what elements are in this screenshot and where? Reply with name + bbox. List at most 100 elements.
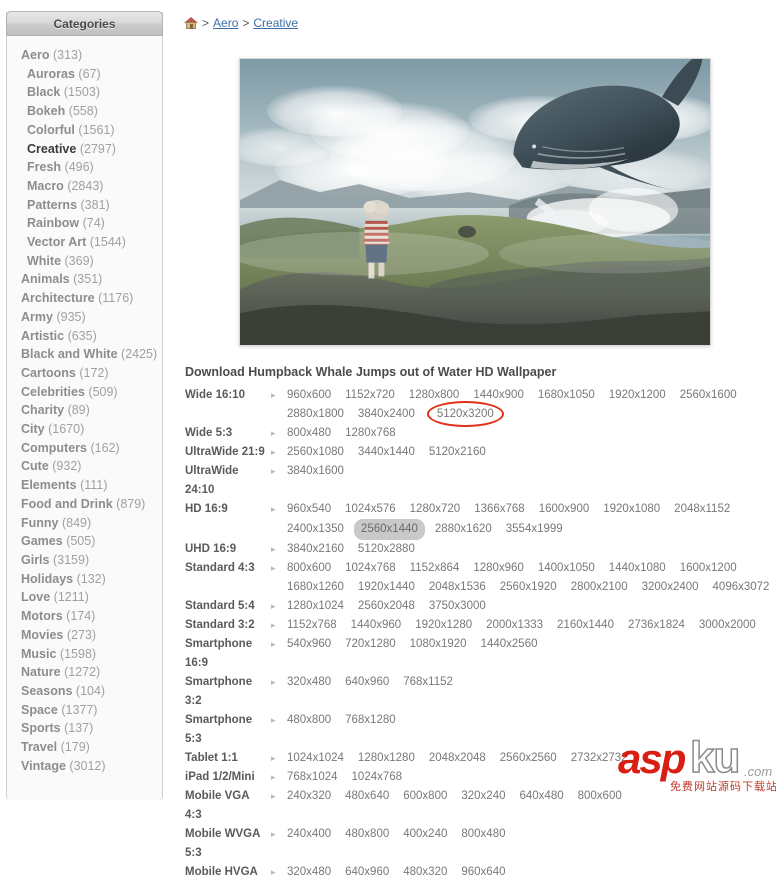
resolution-link[interactable]: 2048x2048	[429, 749, 486, 768]
resolution-link[interactable]: 2400x1350	[287, 520, 344, 539]
sidebar-item-bokeh[interactable]: Bokeh (558)	[7, 102, 162, 121]
resolution-link[interactable]: 2048x1536	[429, 578, 486, 597]
resolution-link[interactable]: 2560x2560	[500, 749, 557, 768]
sidebar-item-auroras[interactable]: Auroras (67)	[7, 65, 162, 84]
resolution-link[interactable]: 960x640	[461, 863, 505, 882]
resolution-link[interactable]: 480x800	[345, 825, 389, 844]
sidebar-item-movies[interactable]: Movies (273)	[7, 626, 162, 645]
sidebar-item-seasons[interactable]: Seasons (104)	[7, 682, 162, 701]
sidebar-item-cute[interactable]: Cute (932)	[7, 457, 162, 476]
resolution-link[interactable]: 2000x1333	[486, 616, 543, 635]
resolution-link[interactable]: 768x1024	[287, 768, 338, 787]
resolution-link[interactable]: 2800x2100	[571, 578, 628, 597]
resolution-link[interactable]: 3440x1440	[358, 443, 415, 462]
resolution-link[interactable]: 1920x1280	[415, 616, 472, 635]
resolution-link[interactable]: 1024x1024	[287, 749, 344, 768]
sidebar-item-creative[interactable]: Creative (2797)	[7, 140, 162, 159]
resolution-link[interactable]: 3840x2400	[358, 405, 415, 424]
resolution-link[interactable]: 1280x720	[410, 500, 461, 519]
resolution-link[interactable]: 2880x1800	[287, 405, 344, 424]
sidebar-item-elements[interactable]: Elements (111)	[7, 476, 162, 495]
resolution-link[interactable]: 600x800	[403, 787, 447, 806]
sidebar-item-colorful[interactable]: Colorful (1561)	[7, 121, 162, 140]
sidebar-item-artistic[interactable]: Artistic (635)	[7, 327, 162, 346]
resolution-link[interactable]: 480x320	[403, 863, 447, 882]
resolution-link[interactable]: 480x640	[345, 787, 389, 806]
resolution-link[interactable]: 1024x768	[352, 768, 403, 787]
breadcrumb-link-aero[interactable]: Aero	[213, 16, 238, 30]
sidebar-item-sports[interactable]: Sports (137)	[7, 719, 162, 738]
resolution-link[interactable]: 1680x1050	[538, 386, 595, 405]
resolution-link[interactable]: 640x960	[345, 673, 389, 692]
resolution-link[interactable]: 320x480	[287, 863, 331, 882]
resolution-link[interactable]: 2732x2732	[571, 749, 628, 768]
sidebar-item-games[interactable]: Games (505)	[7, 532, 162, 551]
sidebar-item-computers[interactable]: Computers (162)	[7, 439, 162, 458]
resolution-link[interactable]: 1680x1260	[287, 578, 344, 597]
resolution-link[interactable]: 960x540	[287, 500, 331, 519]
resolution-link[interactable]: 1152x768	[287, 616, 337, 635]
resolution-link[interactable]: 1920x1080	[603, 500, 660, 519]
resolution-link[interactable]: 800x480	[461, 825, 505, 844]
resolution-link[interactable]: 1280x768	[345, 424, 396, 443]
sidebar-item-celebrities[interactable]: Celebrities (509)	[7, 383, 162, 402]
resolution-link[interactable]: 1600x900	[539, 500, 590, 519]
resolution-link[interactable]: 768x1280	[345, 711, 396, 730]
resolution-link[interactable]: 1920x1440	[358, 578, 415, 597]
resolution-link[interactable]: 800x600	[578, 787, 622, 806]
resolution-link[interactable]: 2880x1620	[435, 520, 492, 539]
sidebar-item-girls[interactable]: Girls (3159)	[7, 551, 162, 570]
resolution-link[interactable]: 800x600	[287, 559, 331, 578]
resolution-link[interactable]: 5120x2880	[358, 540, 415, 559]
sidebar-item-animals[interactable]: Animals (351)	[7, 270, 162, 289]
resolution-link[interactable]: 240x320	[287, 787, 331, 806]
resolution-link[interactable]: 2160x1440	[557, 616, 614, 635]
sidebar-item-food-and-drink[interactable]: Food and Drink (879)	[7, 495, 162, 514]
resolution-link[interactable]: 2560x1920	[500, 578, 557, 597]
resolution-link[interactable]: 1920x1200	[609, 386, 666, 405]
resolution-link[interactable]: 1440x1080	[609, 559, 666, 578]
resolution-link[interactable]: 640x960	[345, 863, 389, 882]
sidebar-item-space[interactable]: Space (1377)	[7, 701, 162, 720]
sidebar-item-travel[interactable]: Travel (179)	[7, 738, 162, 757]
sidebar-item-fresh[interactable]: Fresh (496)	[7, 158, 162, 177]
sidebar-item-architecture[interactable]: Architecture (1176)	[7, 289, 162, 308]
resolution-link[interactable]: 1024x768	[345, 559, 396, 578]
resolution-link[interactable]: 3840x2160	[287, 540, 344, 559]
sidebar-item-motors[interactable]: Motors (174)	[7, 607, 162, 626]
resolution-link[interactable]: 720x1280	[345, 635, 396, 654]
resolution-link[interactable]: 320x480	[287, 673, 331, 692]
sidebar-item-vector-art[interactable]: Vector Art (1544)	[7, 233, 162, 252]
resolution-link[interactable]: 1152x720	[345, 386, 395, 405]
resolution-link[interactable]: 3554x1999	[506, 520, 563, 539]
resolution-link[interactable]: 1280x1280	[358, 749, 415, 768]
sidebar-item-army[interactable]: Army (935)	[7, 308, 162, 327]
resolution-link[interactable]: 1440x960	[351, 616, 402, 635]
resolution-link[interactable]: 2560x1440	[353, 519, 425, 540]
resolution-link[interactable]: 240x400	[287, 825, 331, 844]
resolution-link[interactable]: 540x960	[287, 635, 331, 654]
resolution-link[interactable]: 1280x960	[473, 559, 524, 578]
breadcrumb-link-creative[interactable]: Creative	[253, 16, 298, 30]
resolution-link[interactable]: 800x480	[287, 424, 331, 443]
resolution-link[interactable]: 768x1152	[403, 673, 453, 692]
sidebar-item-white[interactable]: White (369)	[7, 252, 162, 271]
sidebar-item-macro[interactable]: Macro (2843)	[7, 177, 162, 196]
resolution-link[interactable]: 1024x576	[345, 500, 396, 519]
resolution-link[interactable]: 1400x1050	[538, 559, 595, 578]
resolution-link[interactable]: 3000x2000	[699, 616, 756, 635]
resolution-link[interactable]: 3200x2400	[642, 578, 699, 597]
resolution-link[interactable]: 3750x3000	[429, 597, 486, 616]
sidebar-item-patterns[interactable]: Patterns (381)	[7, 196, 162, 215]
sidebar-item-holidays[interactable]: Holidays (132)	[7, 570, 162, 589]
resolution-link[interactable]: 5120x3200	[426, 401, 504, 427]
resolution-link[interactable]: 2560x1600	[680, 386, 737, 405]
resolution-link[interactable]: 4096x3072	[713, 578, 770, 597]
resolution-link[interactable]: 2048x1152	[674, 500, 730, 519]
resolution-link[interactable]: 480x800	[287, 711, 331, 730]
resolution-link[interactable]: 3840x1600	[287, 462, 344, 481]
resolution-link[interactable]: 2560x2048	[358, 597, 415, 616]
sidebar-item-love[interactable]: Love (1211)	[7, 588, 162, 607]
home-icon[interactable]	[184, 17, 198, 29]
sidebar-item-nature[interactable]: Nature (1272)	[7, 663, 162, 682]
